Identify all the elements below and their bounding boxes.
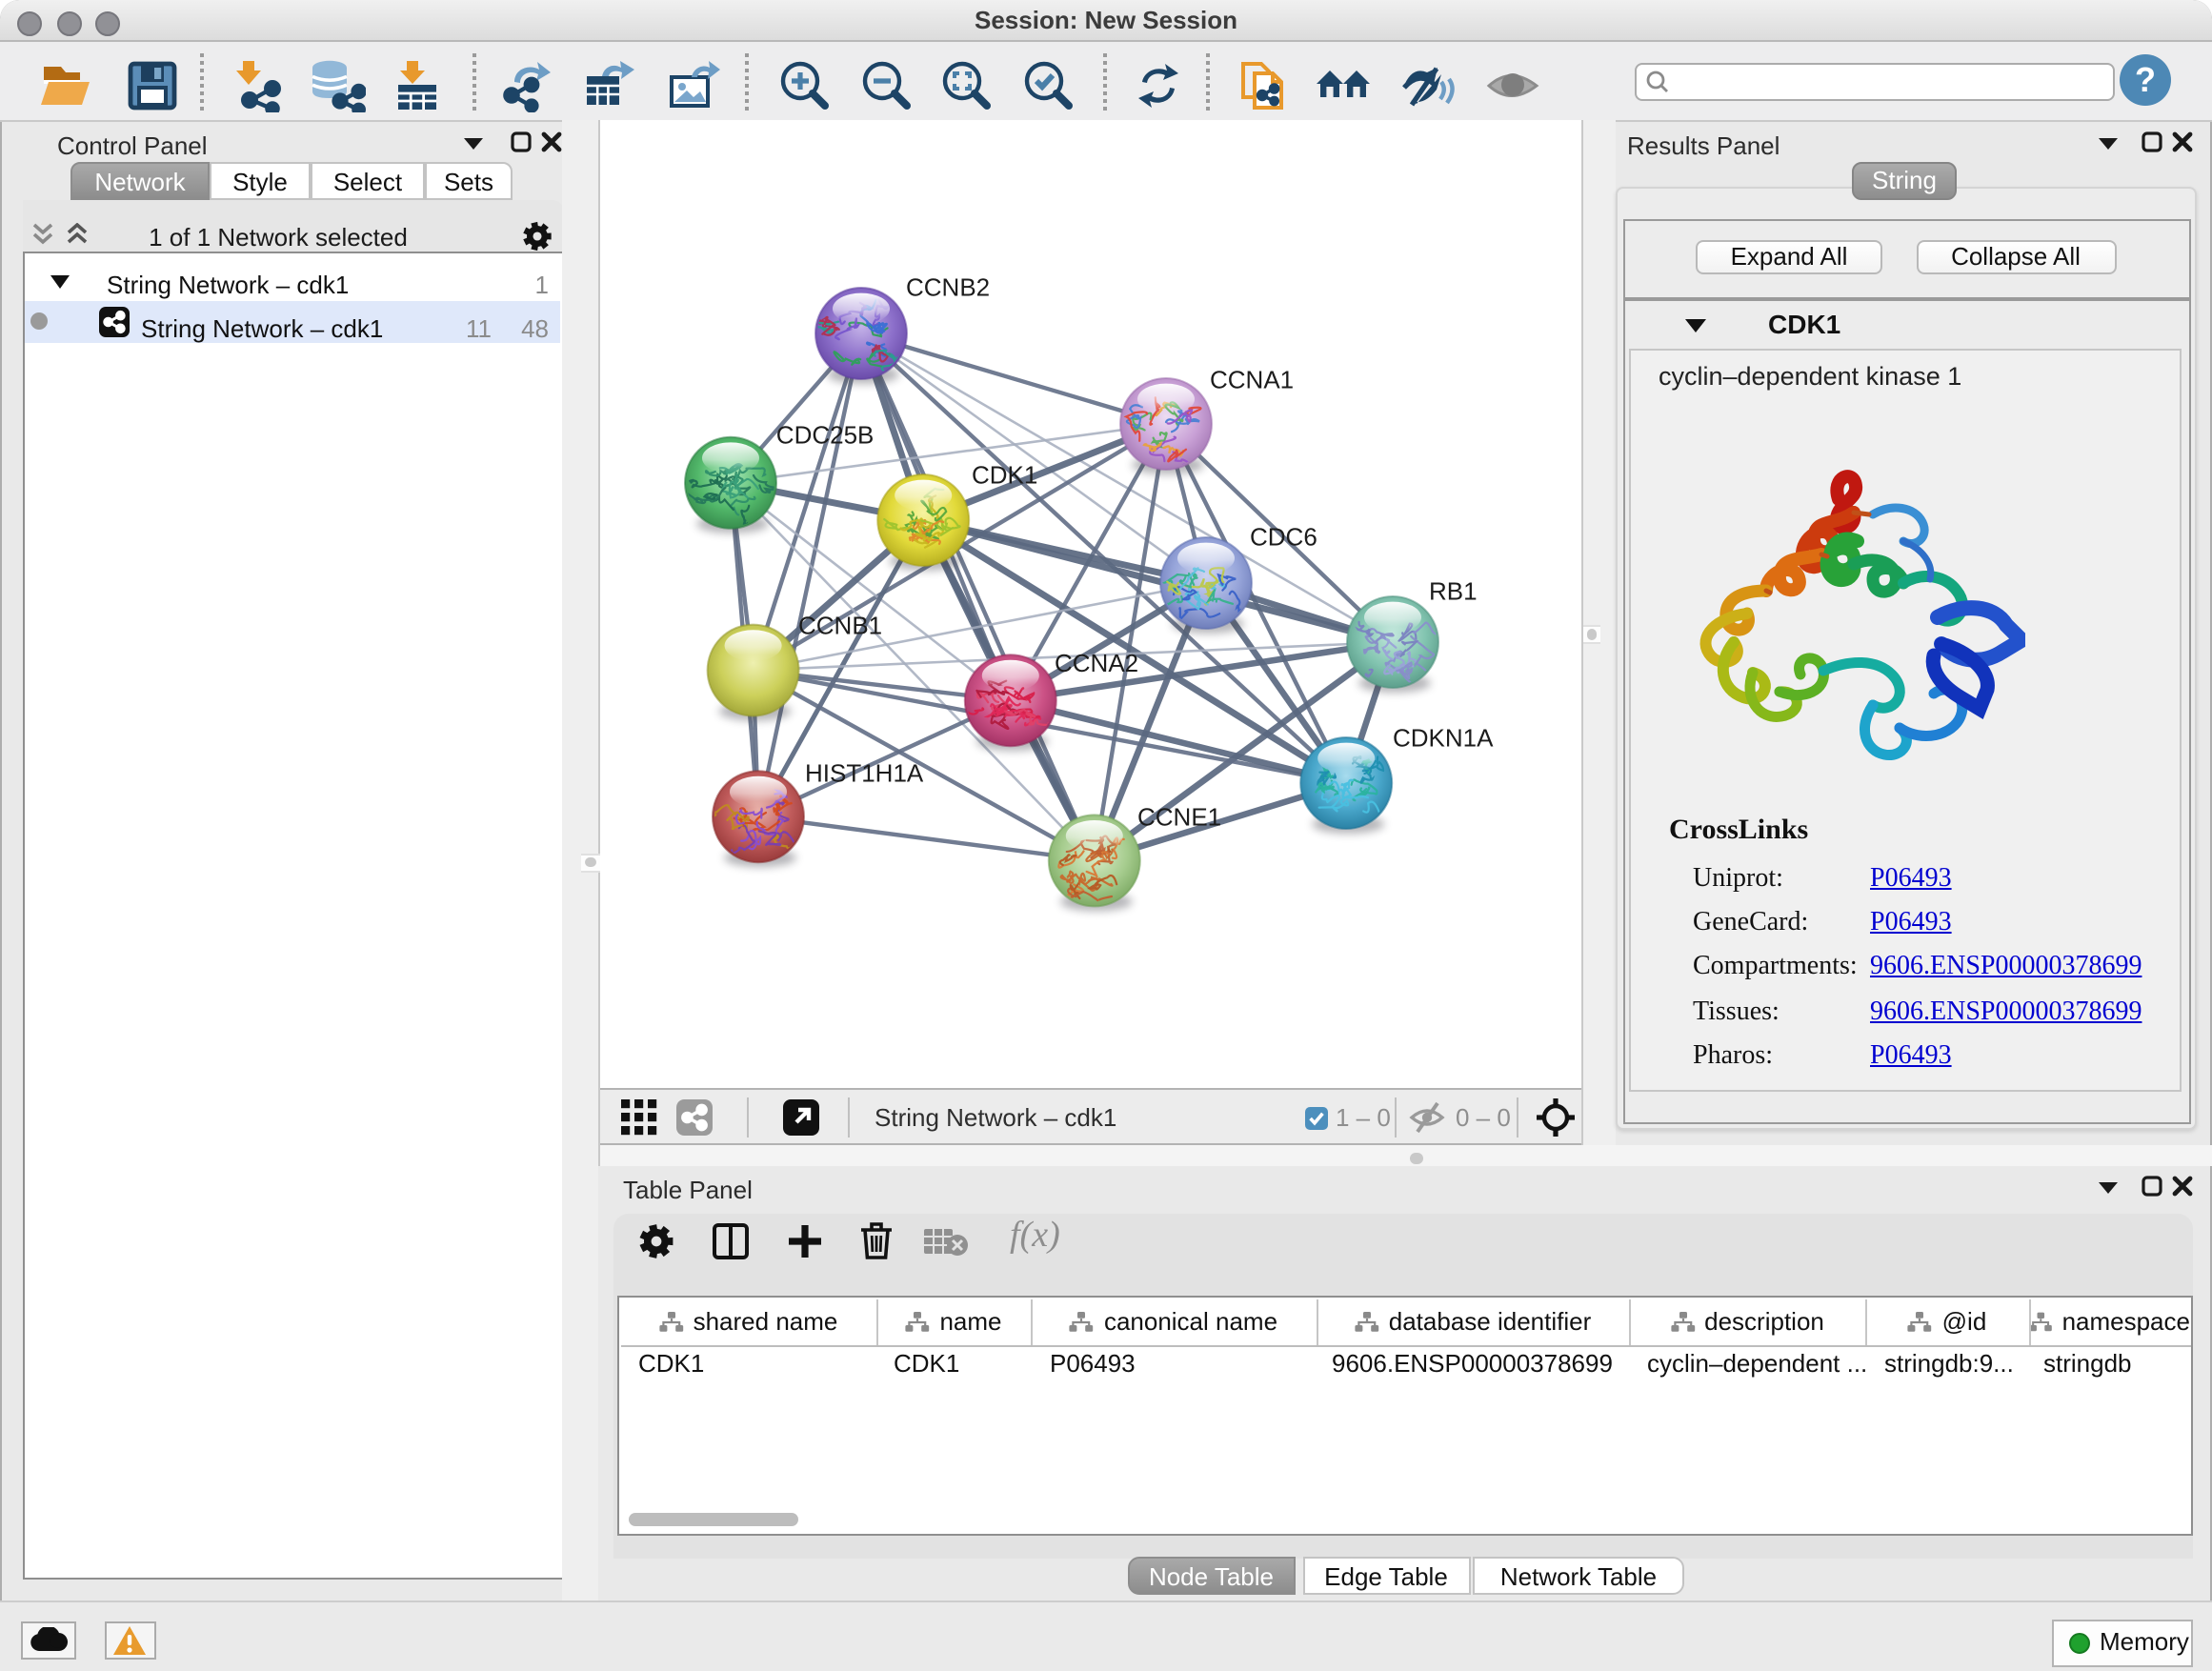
svg-text:?: ? (2135, 60, 2156, 99)
svg-text:CDKN1A: CDKN1A (1393, 724, 1494, 753)
svg-text:CCNE1: CCNE1 (1137, 803, 1221, 832)
svg-text:CCNB2: CCNB2 (906, 273, 990, 302)
svg-text:CDK1: CDK1 (972, 461, 1037, 490)
svg-text:RB1: RB1 (1429, 577, 1478, 606)
svg-text:CCNA1: CCNA1 (1210, 366, 1294, 394)
svg-text:CDC25B: CDC25B (776, 421, 875, 450)
svg-text:HIST1H1A: HIST1H1A (805, 759, 924, 788)
svg-text:CDC6: CDC6 (1250, 523, 1317, 552)
svg-text:CCNA2: CCNA2 (1055, 649, 1138, 677)
svg-text:CCNB1: CCNB1 (798, 612, 882, 640)
